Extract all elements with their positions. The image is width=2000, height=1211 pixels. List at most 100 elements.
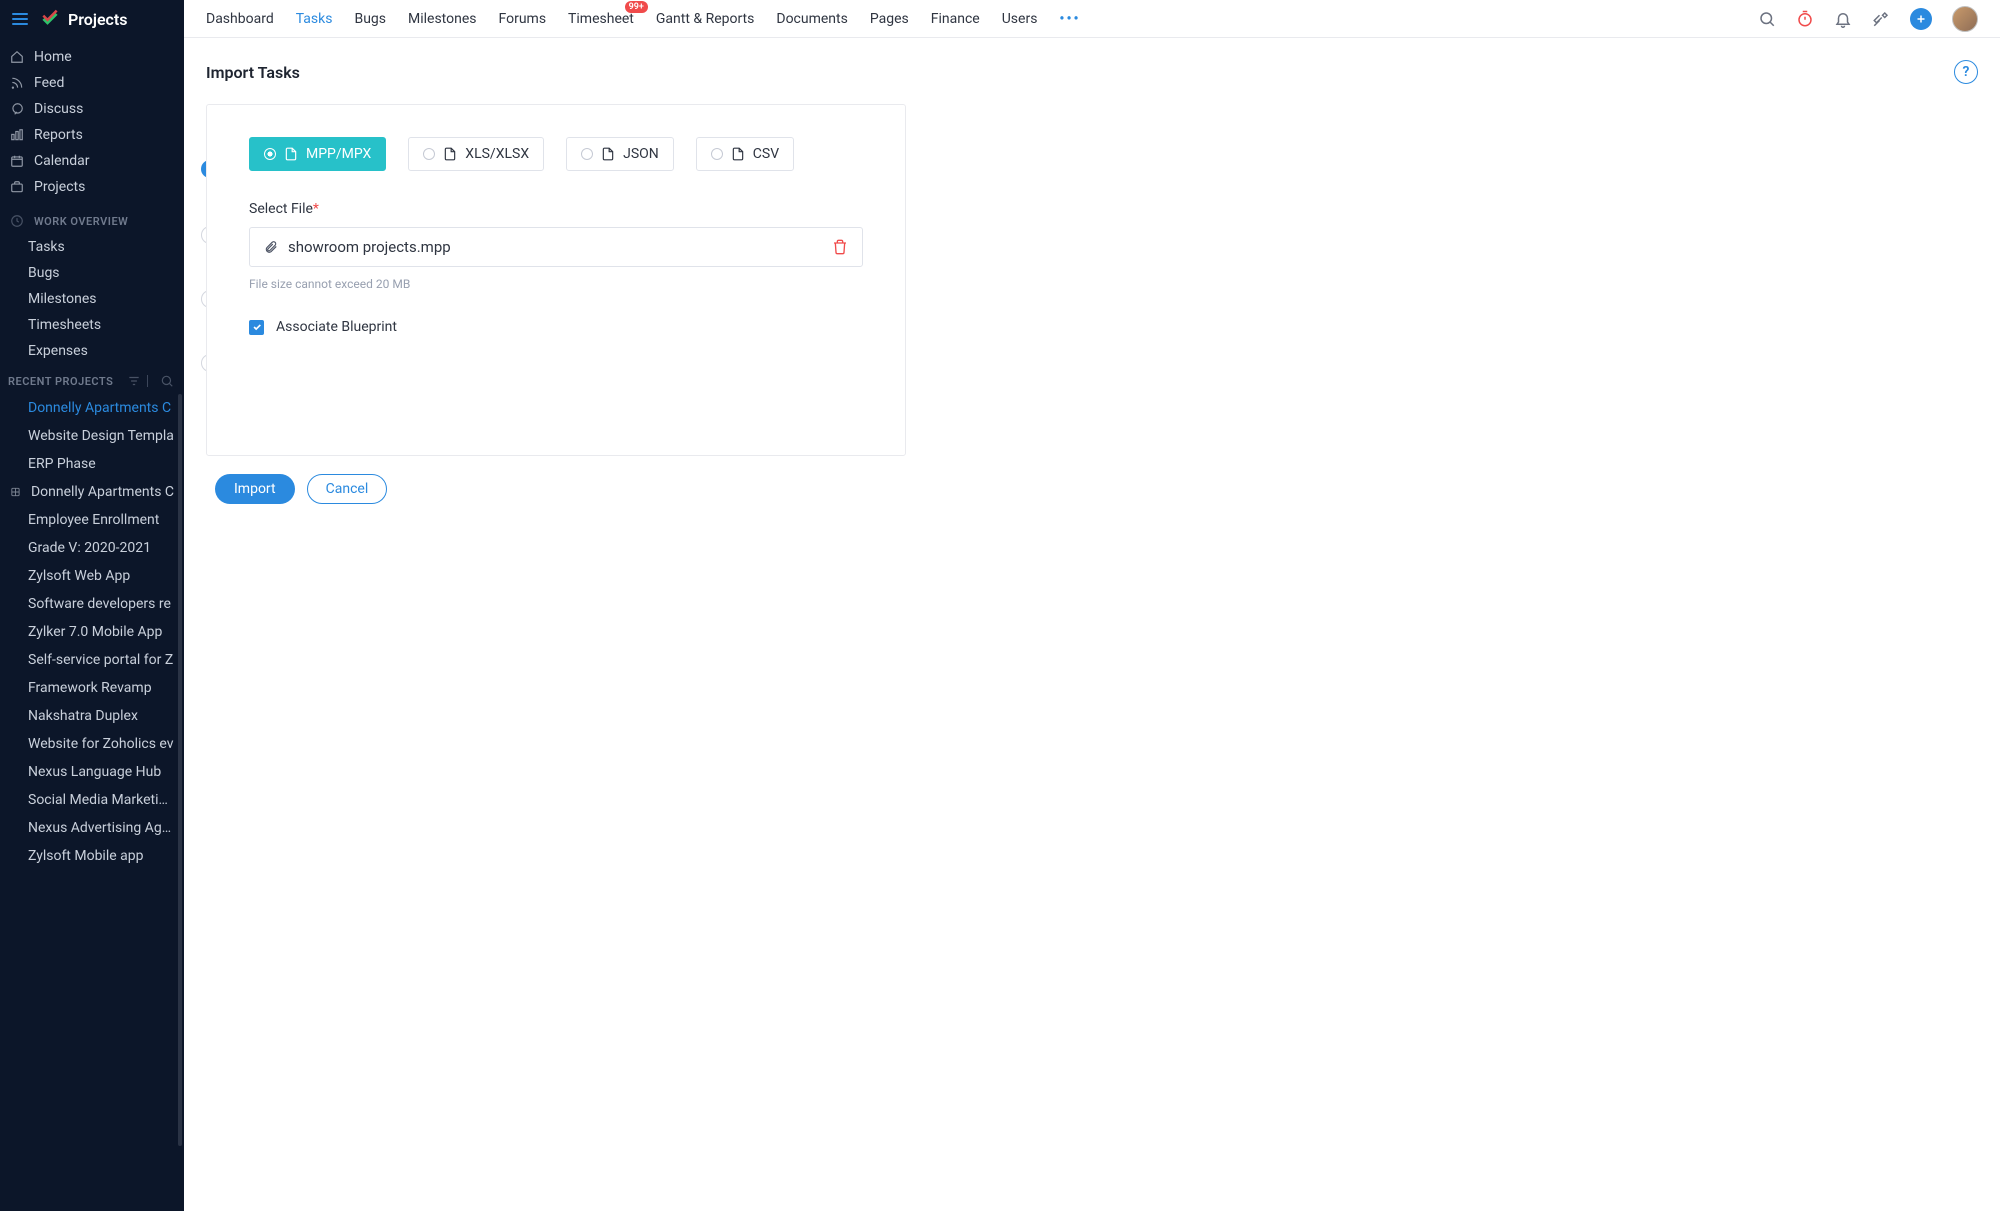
recent-projects-heading: RECENT PROJECTS	[0, 364, 184, 394]
project-item[interactable]: Software developers re	[0, 590, 184, 618]
work-overview-label: WORK OVERVIEW	[34, 215, 128, 228]
radio-icon	[264, 148, 276, 160]
tab-milestones[interactable]: Milestones	[408, 11, 477, 27]
tab-users[interactable]: Users	[1002, 11, 1038, 27]
project-item[interactable]: Grade V: 2020-2021	[0, 534, 184, 562]
tools-icon[interactable]	[1872, 10, 1890, 28]
feed-icon	[10, 76, 24, 90]
project-item[interactable]: Nexus Language Hub	[0, 758, 184, 786]
wo-timesheets[interactable]: Timesheets	[0, 312, 184, 338]
file-input[interactable]: showroom projects.mpp	[249, 227, 863, 267]
recent-projects-label: RECENT PROJECTS	[8, 375, 121, 388]
help-button[interactable]: ?	[1954, 60, 1978, 84]
more-tabs-icon[interactable]: •••	[1059, 11, 1080, 27]
wo-tasks[interactable]: Tasks	[0, 234, 184, 260]
project-item[interactable]: Website for Zoholics ev	[0, 730, 184, 758]
page-head: Import Tasks ?	[206, 60, 1978, 84]
format-xls[interactable]: XLS/XLSX	[408, 137, 544, 171]
nav-projects-label: Projects	[34, 179, 85, 195]
template-icon	[10, 485, 21, 499]
brand-name: Projects	[68, 10, 128, 29]
project-item[interactable]: Website Design Templa	[0, 422, 184, 450]
topbar: Dashboard Tasks Bugs Milestones Forums T…	[184, 0, 2000, 38]
filter-icon[interactable]	[127, 374, 141, 388]
tab-tasks[interactable]: Tasks	[296, 11, 333, 27]
format-json[interactable]: JSON	[566, 137, 674, 171]
project-item[interactable]: Donnelly Apartments C	[0, 478, 184, 506]
project-item[interactable]: Zylker 7.0 Mobile App	[0, 618, 184, 646]
file-icon	[284, 147, 298, 161]
project-item[interactable]: Zylsoft Web App	[0, 562, 184, 590]
divider	[147, 375, 148, 387]
calendar-icon	[10, 154, 24, 168]
nav-home[interactable]: Home	[0, 44, 184, 70]
tab-forums[interactable]: Forums	[499, 11, 547, 27]
topbar-right	[1758, 6, 1978, 32]
project-item-label: Donnelly Apartments C	[31, 484, 174, 500]
tab-finance[interactable]: Finance	[931, 11, 980, 27]
topbar-tabs: Dashboard Tasks Bugs Milestones Forums T…	[206, 11, 1081, 27]
tab-timesheet[interactable]: Timesheet99+	[568, 11, 634, 27]
brand: Projects	[40, 9, 128, 29]
sidebar-scrollbar[interactable]	[178, 394, 182, 1146]
format-mpp[interactable]: MPP/MPX	[249, 137, 386, 171]
avatar[interactable]	[1952, 6, 1978, 32]
work-overview-heading: WORK OVERVIEW	[0, 200, 184, 234]
nav-home-label: Home	[34, 49, 72, 65]
file-icon	[443, 147, 457, 161]
trash-icon[interactable]	[832, 239, 848, 255]
nav-calendar[interactable]: Calendar	[0, 148, 184, 174]
reports-icon	[10, 128, 24, 142]
timer-icon[interactable]	[1796, 10, 1814, 28]
plus-icon	[1915, 13, 1927, 25]
search-icon[interactable]	[1758, 10, 1776, 28]
paperclip-icon	[264, 240, 278, 254]
tab-gantt[interactable]: Gantt & Reports	[656, 11, 755, 27]
wo-bugs[interactable]: Bugs	[0, 260, 184, 286]
project-item[interactable]: Donnelly Apartments C	[0, 394, 184, 422]
tab-pages[interactable]: Pages	[870, 11, 909, 27]
import-button[interactable]: Import	[215, 474, 295, 504]
format-csv[interactable]: CSV	[696, 137, 794, 171]
file-name: showroom projects.mpp	[288, 238, 451, 256]
file-icon	[731, 147, 745, 161]
tab-dashboard[interactable]: Dashboard	[206, 11, 274, 27]
format-row: MPP/MPX XLS/XLSX JSON	[249, 137, 863, 171]
project-item[interactable]: Framework Revamp	[0, 674, 184, 702]
nav-feed[interactable]: Feed	[0, 70, 184, 96]
project-item[interactable]: Social Media Marketing	[0, 786, 184, 814]
nav-discuss-label: Discuss	[34, 101, 83, 117]
nav-feed-label: Feed	[34, 75, 64, 91]
nav-discuss[interactable]: Discuss	[0, 96, 184, 122]
add-button[interactable]	[1910, 8, 1932, 30]
cancel-button[interactable]: Cancel	[307, 474, 388, 504]
tab-bugs[interactable]: Bugs	[354, 11, 386, 27]
tab-timesheet-label: Timesheet	[568, 11, 634, 27]
project-item[interactable]: Nexus Advertising Agen	[0, 814, 184, 842]
clock-icon	[10, 214, 24, 228]
wo-expenses[interactable]: Expenses	[0, 338, 184, 364]
home-icon	[10, 50, 24, 64]
bell-icon[interactable]	[1834, 10, 1852, 28]
main: Dashboard Tasks Bugs Milestones Forums T…	[184, 0, 2000, 1211]
hamburger-icon[interactable]	[8, 9, 32, 29]
wo-milestones[interactable]: Milestones	[0, 286, 184, 312]
page-title: Import Tasks	[206, 63, 300, 82]
nav-reports-label: Reports	[34, 127, 83, 143]
project-item[interactable]: Zylsoft Mobile app	[0, 842, 184, 870]
tab-documents[interactable]: Documents	[776, 11, 847, 27]
radio-icon	[711, 148, 723, 160]
nav-reports[interactable]: Reports	[0, 122, 184, 148]
project-item[interactable]: Nakshatra Duplex	[0, 702, 184, 730]
project-item[interactable]: Self-service portal for Z	[0, 646, 184, 674]
nav-projects[interactable]: Projects	[0, 174, 184, 200]
project-item[interactable]: ERP Phase	[0, 450, 184, 478]
format-label: JSON	[623, 146, 659, 162]
project-item[interactable]: Employee Enrollment	[0, 506, 184, 534]
select-file-label: Select File*	[249, 201, 863, 217]
recent-projects-list: Donnelly Apartments C Website Design Tem…	[0, 394, 184, 1211]
file-icon	[601, 147, 615, 161]
associate-blueprint-row[interactable]: Associate Blueprint	[249, 319, 863, 335]
search-icon[interactable]	[160, 374, 174, 388]
format-label: XLS/XLSX	[465, 146, 529, 162]
